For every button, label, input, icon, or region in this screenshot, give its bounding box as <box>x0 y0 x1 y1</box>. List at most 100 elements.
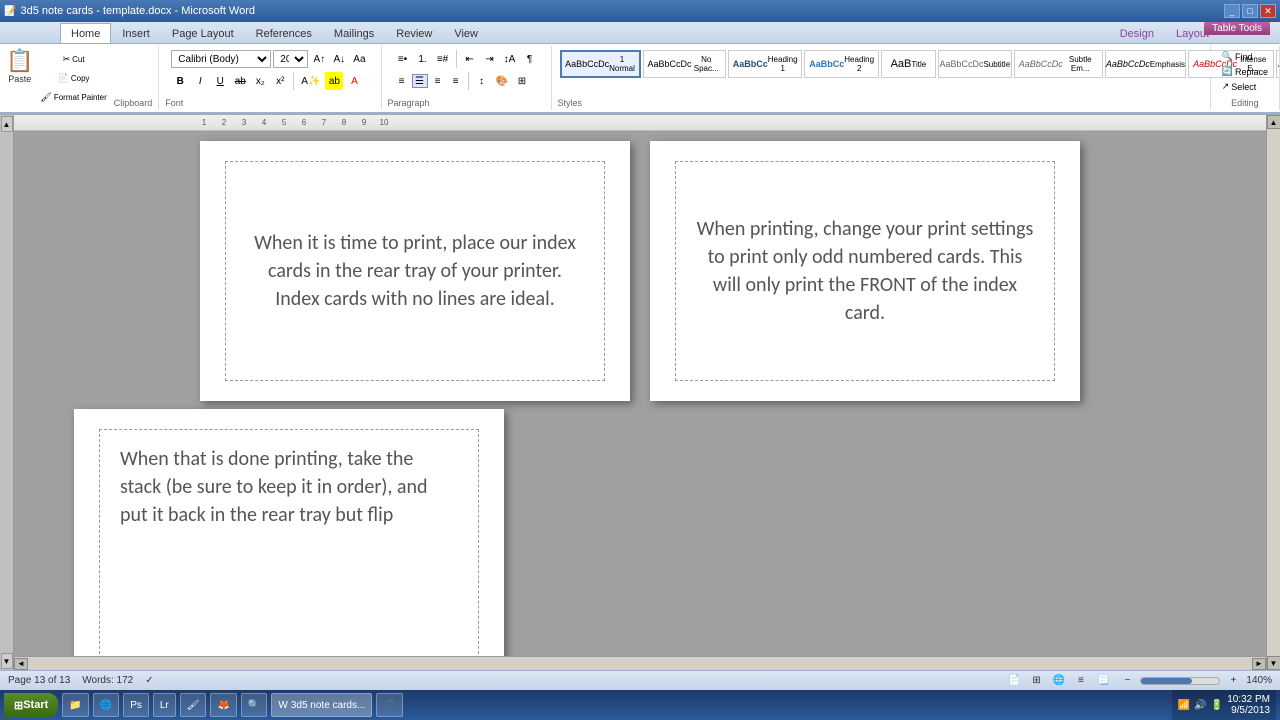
shrink-font-button[interactable]: A↓ <box>330 50 348 68</box>
title-bar-left: 📝 3d5 note cards - template.docx - Micro… <box>4 5 255 17</box>
show-marks-button[interactable]: ¶ <box>521 50 539 68</box>
taskbar-photoshop[interactable]: Ps <box>123 693 149 717</box>
scroll-track[interactable] <box>28 659 1252 669</box>
style-emphasis[interactable]: AaBbCcDcEmphasis <box>1105 50 1186 78</box>
full-screen-button[interactable]: ⊞ <box>1028 672 1046 690</box>
style-normal[interactable]: AaBbCcDc1 Normal <box>560 50 641 78</box>
taskbar-chrome[interactable]: 🔍 <box>241 693 267 717</box>
paste-button[interactable]: 📋 <box>6 48 33 74</box>
title-bar-controls[interactable]: _ □ ✕ <box>1224 4 1276 18</box>
highlight-button[interactable]: ab <box>325 72 343 90</box>
cut-button[interactable]: ✂ Cut <box>37 50 109 68</box>
tab-mailings[interactable]: Mailings <box>323 23 385 43</box>
numbering-button[interactable]: 1. <box>414 50 432 68</box>
align-center-button[interactable]: ☰ <box>412 74 428 88</box>
replace-button[interactable]: 🔄 Replace <box>1219 65 1271 78</box>
tab-view[interactable]: View <box>443 23 489 43</box>
shading-button[interactable]: 🎨 <box>493 72 511 90</box>
styles-label: Styles <box>558 96 583 108</box>
style-title[interactable]: AaBTitle <box>881 50 936 78</box>
strikethrough-button[interactable]: ab <box>231 72 249 90</box>
prev-page-button[interactable]: ▲ <box>1 116 13 132</box>
minimize-button[interactable]: _ <box>1224 4 1240 18</box>
taskbar-vlc[interactable]: 🎵 <box>376 693 402 717</box>
maximize-button[interactable]: □ <box>1242 4 1258 18</box>
web-layout-button[interactable]: 🌐 <box>1050 672 1068 690</box>
card-3-text: When that is done printing, take the sta… <box>120 445 458 529</box>
underline-button[interactable]: U <box>211 72 229 90</box>
tab-design[interactable]: Design <box>1109 23 1165 43</box>
close-button[interactable]: ✕ <box>1260 4 1276 18</box>
spellcheck-icon[interactable]: ✓ <box>145 675 153 686</box>
taskbar-explorer[interactable]: 📁 <box>62 693 88 717</box>
page-status: Page 13 of 13 <box>8 675 70 686</box>
tab-references[interactable]: References <box>245 23 323 43</box>
select-button[interactable]: ↗ Select <box>1219 80 1271 93</box>
format-painter-button[interactable]: 🖌 Format Painter <box>37 88 109 106</box>
horizontal-scrollbar[interactable]: ◄ ► <box>14 656 1266 670</box>
italic-button[interactable]: I <box>191 72 209 90</box>
align-left-button[interactable]: ≡ <box>394 74 410 88</box>
next-page-button[interactable]: ▼ <box>1 653 13 669</box>
scroll-right-button[interactable]: ► <box>1252 658 1266 670</box>
start-button[interactable]: ⊞ Start <box>4 693 58 717</box>
increase-indent-button[interactable]: ⇥ <box>481 50 499 68</box>
bullets-button[interactable]: ≡• <box>394 50 412 68</box>
multilevel-button[interactable]: ≡# <box>434 50 452 68</box>
taskbar-firefox[interactable]: 🦊 <box>210 693 236 717</box>
font-size-select[interactable]: 20 <box>273 50 308 68</box>
font-color-button[interactable]: A <box>345 72 363 90</box>
taskbar-ie[interactable]: 🌐 <box>93 693 119 717</box>
copy-button[interactable]: 📄 Copy <box>37 69 109 87</box>
justify-button[interactable]: ≡ <box>448 74 464 88</box>
print-layout-button[interactable]: 📄 <box>1005 672 1023 690</box>
style-heading1[interactable]: AaBbCcHeading 1 <box>728 50 803 78</box>
line-spacing-button[interactable]: ↕ <box>473 72 491 90</box>
tab-page-layout[interactable]: Page Layout <box>161 23 245 43</box>
clear-format-button[interactable]: Aa <box>350 50 368 68</box>
taskbar-photoshop2[interactable]: 🖌 <box>180 693 207 717</box>
style-heading2[interactable]: AaBbCcHeading 2 <box>804 50 879 78</box>
decrease-indent-button[interactable]: ⇤ <box>461 50 479 68</box>
font-name-select[interactable]: Calibri (Body) <box>171 50 271 68</box>
ribbon-area: Table Tools Home Insert Page Layout Refe… <box>0 22 1280 115</box>
vlc-icon: 🎵 <box>383 700 395 711</box>
zoom-slider[interactable] <box>1140 677 1220 685</box>
network-icon: 📶 <box>1178 700 1190 711</box>
style-no-space[interactable]: AaBbCcDcNo Spac... <box>643 50 726 78</box>
scroll-left-button[interactable]: ◄ <box>14 658 28 670</box>
subscript-button[interactable]: x₂ <box>251 72 269 90</box>
taskbar-lightroom[interactable]: Lr <box>153 693 176 717</box>
find-button[interactable]: 🔍 Find <box>1219 50 1271 63</box>
sort-button[interactable]: ↕A <box>501 50 519 68</box>
page-3[interactable]: When that is done printing, take the sta… <box>74 409 504 656</box>
draft-button[interactable]: 📃 <box>1094 672 1112 690</box>
tab-insert[interactable]: Insert <box>111 23 161 43</box>
style-subtitle[interactable]: AaBbCcDcSubtitle <box>938 50 1012 78</box>
scroll-down-button[interactable]: ▼ <box>1267 656 1280 670</box>
status-right: 📄 ⊞ 🌐 ≡ 📃 − + 140% <box>1005 672 1272 690</box>
page-2[interactable]: When printing, change your print setting… <box>650 141 1080 401</box>
tab-review[interactable]: Review <box>385 23 443 43</box>
taskbar-word[interactable]: W 3d5 note cards... <box>271 693 372 717</box>
paste-label: Paste <box>8 74 31 84</box>
text-effects-button[interactable]: A✨ <box>298 72 323 90</box>
grow-font-button[interactable]: A↑ <box>310 50 328 68</box>
zoom-in-button[interactable]: + <box>1224 672 1242 690</box>
borders-button[interactable]: ⊞ <box>513 72 531 90</box>
zoom-out-button[interactable]: − <box>1118 672 1136 690</box>
paragraph-toolbar-1: ≡• 1. ≡# ⇤ ⇥ ↕A ¶ <box>388 48 545 70</box>
style-subtle[interactable]: AaBbCcDcSubtle Em... <box>1014 50 1103 78</box>
chrome-icon: 🔍 <box>248 700 260 711</box>
page-1[interactable]: When it is time to print, place our inde… <box>200 141 630 401</box>
index-card-1[interactable]: When it is time to print, place our inde… <box>225 161 605 381</box>
bold-button[interactable]: B <box>171 72 189 90</box>
right-scrollbar[interactable]: ▲ ▼ <box>1266 115 1280 670</box>
tab-home[interactable]: Home <box>60 23 111 43</box>
align-right-button[interactable]: ≡ <box>430 74 446 88</box>
scroll-up-button[interactable]: ▲ <box>1267 115 1280 129</box>
outline-button[interactable]: ≡ <box>1072 672 1090 690</box>
superscript-button[interactable]: x² <box>271 72 289 90</box>
index-card-3[interactable]: When that is done printing, take the sta… <box>99 429 479 656</box>
index-card-2[interactable]: When printing, change your print setting… <box>675 161 1055 381</box>
